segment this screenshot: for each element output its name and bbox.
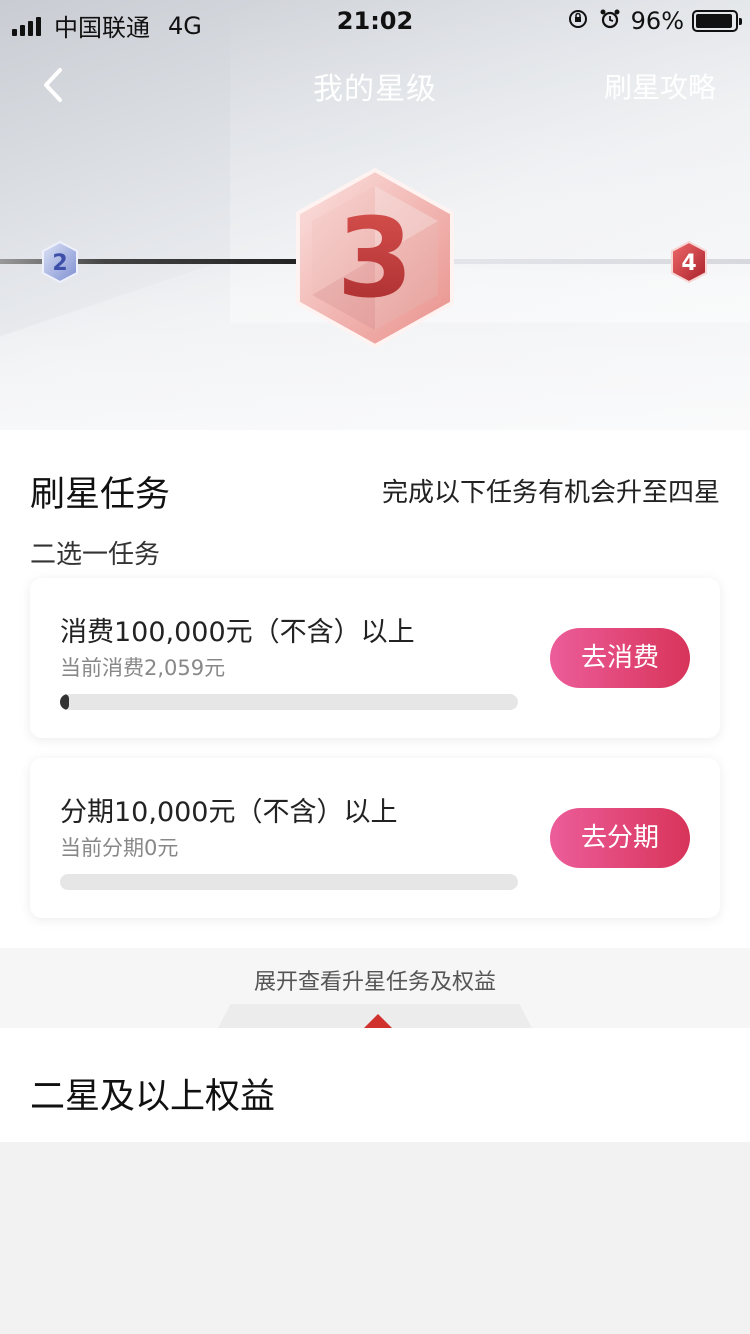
tasks-hint: 完成以下任务有机会升至四星 — [381, 478, 720, 508]
expand-label[interactable]: 展开查看升星任务及权益 — [0, 964, 750, 996]
task-current-value: 当前分期0元 — [60, 836, 179, 860]
benefits-title: 二星及以上权益 — [30, 1077, 276, 1117]
tasks-subtitle: 二选一任务 — [30, 540, 161, 570]
level-previous-number: 2 — [52, 251, 67, 276]
level-badge-current: 3 — [290, 166, 460, 350]
task-current-value: 当前消费2,059元 — [60, 656, 226, 680]
benefits-section: 二星及以上权益 — [0, 1028, 750, 1142]
go-installment-button[interactable]: 去分期 — [550, 808, 690, 868]
orientation-lock-icon — [567, 8, 589, 35]
task-card-spend: 消费100,000元（不含）以上 当前消费2,059元 去消费 — [30, 578, 720, 738]
task-name: 分期10,000元（不含）以上 — [60, 797, 398, 828]
status-bar: 中国联通 4G 21:02 96% — [0, 0, 750, 42]
task-name: 消费100,000元（不含）以上 — [60, 617, 415, 648]
star-tasks-section: 刷星任务 完成以下任务有机会升至四星 二选一任务 消费100,000元（不含）以… — [0, 430, 750, 948]
battery-percent: 96% — [630, 7, 684, 35]
triangle-up-icon — [362, 1012, 394, 1028]
nav-bar: 我的星级 刷星攻略 — [0, 50, 750, 120]
battery-icon — [692, 10, 742, 32]
task-progress-bar — [60, 694, 518, 710]
task-progress-bar — [60, 874, 518, 890]
status-right: 96% — [567, 7, 742, 35]
alarm-icon — [599, 8, 621, 35]
level-badge-previous: 2 — [40, 240, 80, 284]
level-next-number: 4 — [681, 251, 696, 276]
star-guide-link[interactable]: 刷星攻略 — [604, 66, 716, 106]
expand-toggle[interactable]: 展开查看升星任务及权益 — [0, 948, 750, 1028]
tasks-title: 刷星任务 — [30, 475, 171, 515]
level-current-number: 3 — [337, 194, 414, 322]
task-progress-fill — [60, 694, 70, 710]
go-spend-button[interactable]: 去消费 — [550, 628, 690, 688]
task-card-installment: 分期10,000元（不含）以上 当前分期0元 去分期 — [30, 758, 720, 918]
level-badge-next: 4 — [669, 240, 709, 284]
